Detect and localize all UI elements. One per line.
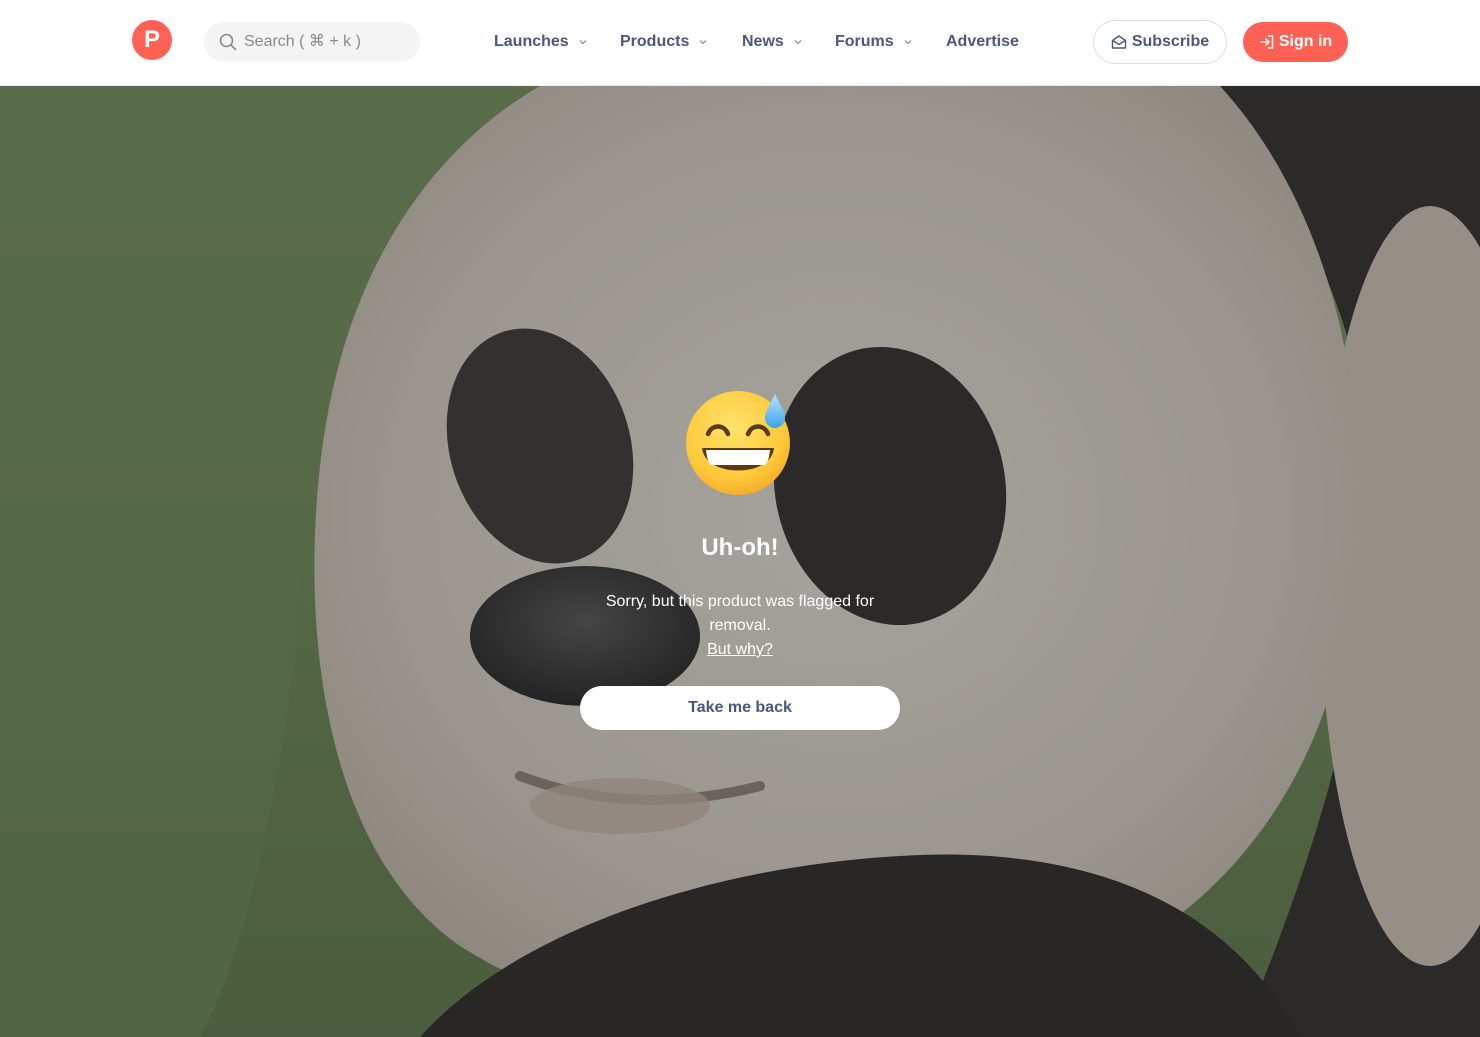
nav-forums[interactable]: Forums bbox=[835, 31, 913, 53]
sign-in-button[interactable]: Sign in bbox=[1243, 22, 1348, 62]
chevron-down-icon bbox=[579, 40, 587, 45]
sign-in-icon bbox=[1260, 35, 1274, 49]
search-icon bbox=[219, 33, 237, 51]
but-why-link[interactable]: But why? bbox=[707, 638, 773, 662]
nav-news-label: News bbox=[742, 33, 784, 50]
error-hero: Uh-oh! Sorry, but this product was flagg… bbox=[0, 86, 1480, 1037]
take-me-back-button[interactable]: Take me back bbox=[580, 686, 900, 730]
error-message: Sorry, but this product was flagged for … bbox=[605, 593, 875, 634]
sign-in-label: Sign in bbox=[1278, 33, 1333, 50]
nav-advertise-label: Advertise bbox=[946, 33, 1019, 50]
top-header: P Launches Products News Forums Advertis… bbox=[0, 0, 1480, 86]
error-title: Uh-oh! bbox=[701, 534, 779, 561]
nav-products-label: Products bbox=[620, 33, 690, 50]
mail-open-icon bbox=[1111, 35, 1127, 49]
search-box[interactable] bbox=[204, 22, 420, 62]
subscribe-label: Subscribe bbox=[1131, 33, 1210, 50]
chevron-down-icon bbox=[794, 40, 802, 45]
search-input[interactable] bbox=[244, 33, 414, 51]
grinning-face-with-sweat-icon bbox=[686, 391, 790, 495]
subscribe-button[interactable]: Subscribe bbox=[1093, 20, 1227, 64]
nav-launches[interactable]: Launches bbox=[494, 31, 588, 53]
nav-advertise[interactable]: Advertise bbox=[946, 31, 1019, 53]
nav-forums-label: Forums bbox=[835, 33, 894, 50]
error-panel: Uh-oh! Sorry, but this product was flagg… bbox=[540, 386, 940, 730]
product-hunt-logo[interactable]: P bbox=[132, 20, 172, 60]
chevron-down-icon bbox=[904, 40, 912, 45]
nav-launches-label: Launches bbox=[494, 33, 569, 50]
chevron-down-icon bbox=[699, 40, 707, 45]
nav-products[interactable]: Products bbox=[620, 31, 708, 53]
nav-news[interactable]: News bbox=[742, 31, 803, 53]
